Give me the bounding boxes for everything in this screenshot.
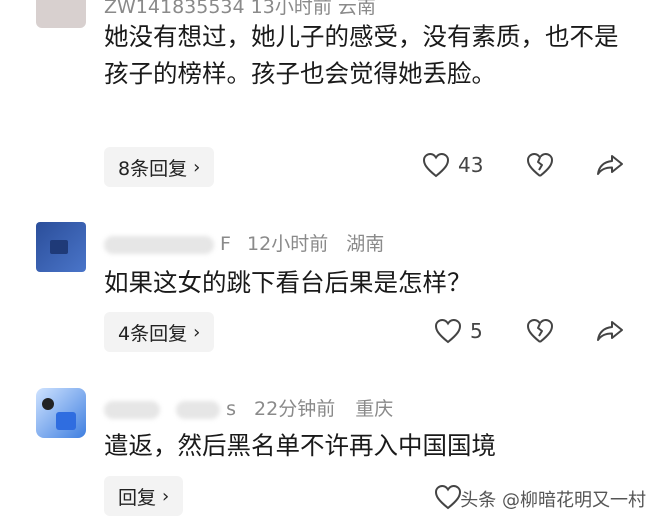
- share-button[interactable]: [596, 153, 624, 177]
- avatar[interactable]: [36, 222, 86, 272]
- comment-meta: ZW141835534 13小时前 云南: [104, 0, 376, 19]
- like-heart-icon: [434, 484, 462, 510]
- comment-text: 她没有想过，她儿子的感受，没有素质，也不是孩子的榜样。孩子也会觉得她丢脸。: [104, 22, 619, 88]
- like-button[interactable]: 43: [422, 152, 483, 178]
- dislike-button[interactable]: [526, 318, 554, 344]
- username[interactable]: s: [226, 398, 236, 420]
- comment-text: 遣返，然后黑名单不许再入中国国境: [104, 431, 496, 460]
- like-heart-icon: [422, 152, 450, 178]
- comment-meta: s 22分钟前 重庆: [104, 394, 393, 421]
- comment-location: 湖南: [346, 233, 385, 255]
- like-heart-icon: [434, 318, 462, 344]
- reply-button[interactable]: 回复 ›: [104, 476, 184, 516]
- comment-time: 22分钟前: [254, 398, 336, 420]
- avatar[interactable]: [36, 0, 86, 28]
- dislike-button[interactable]: [526, 152, 554, 178]
- view-replies-button[interactable]: 4条回复 ›: [104, 312, 215, 352]
- reply-count-label: 8条回复: [118, 157, 188, 180]
- dislike-broken-heart-icon: [527, 152, 554, 177]
- watermark: 头条 @柳暗花明又一村: [460, 486, 646, 512]
- watermark-text: 头条 @柳暗花明又一村: [460, 490, 646, 511]
- chevron-right-icon: ›: [193, 156, 201, 178]
- like-count: 5: [470, 319, 483, 343]
- chevron-right-icon: ›: [193, 321, 201, 343]
- like-button[interactable]: 5: [434, 318, 483, 344]
- reply-label: 回复: [118, 486, 157, 509]
- comment-meta: F 12小时前 湖南: [104, 229, 384, 256]
- reply-count-label: 4条回复: [118, 322, 188, 345]
- username[interactable]: ZW141835534 13小时前 云南: [104, 0, 376, 18]
- comment-time: 12小时前: [247, 233, 329, 255]
- comment-text: 如果这女的跳下看台后果是怎样？: [104, 268, 472, 297]
- username[interactable]: F: [220, 233, 231, 255]
- dislike-broken-heart-icon: [527, 318, 554, 343]
- comment-location: 重庆: [355, 398, 394, 420]
- avatar[interactable]: [36, 388, 86, 438]
- like-button[interactable]: [434, 484, 462, 510]
- view-replies-button[interactable]: 8条回复 ›: [104, 147, 215, 187]
- share-button[interactable]: [596, 319, 624, 343]
- share-arrow-icon: [597, 321, 623, 341]
- chevron-right-icon: ›: [162, 485, 170, 507]
- share-arrow-icon: [597, 155, 623, 175]
- like-count: 43: [458, 153, 484, 177]
